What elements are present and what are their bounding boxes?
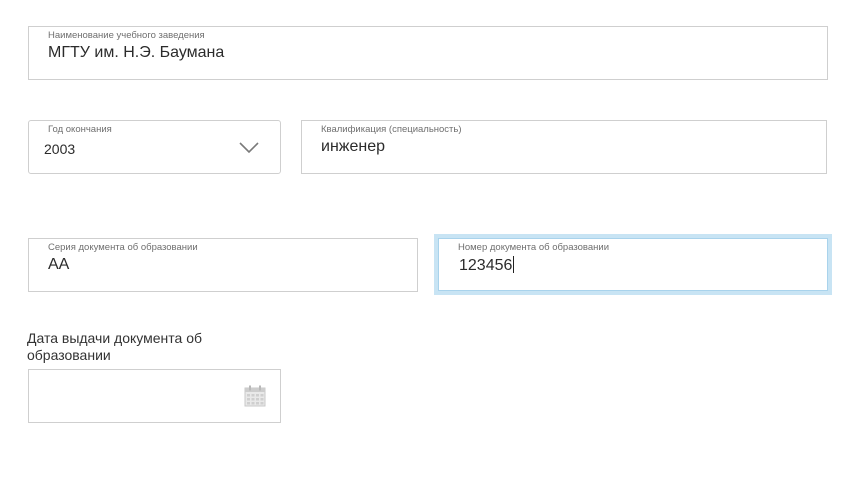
- doc-number-value-wrapper: 123456: [459, 256, 515, 275]
- chevron-down-icon[interactable]: [238, 141, 260, 155]
- graduation-year-value: 2003: [44, 141, 76, 157]
- doc-number-input[interactable]: 123456: [459, 257, 512, 274]
- text-caret: [513, 256, 515, 273]
- qualification-field[interactable]: Квалификация (специальность) инженер: [301, 120, 827, 174]
- issue-date-label: Дата выдачи документа об образовании: [27, 330, 202, 364]
- issue-date-label-line1: Дата выдачи документа об: [27, 330, 202, 346]
- graduation-year-label: Год окончания: [48, 124, 112, 135]
- calendar-icon[interactable]: [244, 385, 266, 407]
- doc-series-label: Серия документа об образовании: [48, 242, 198, 253]
- institution-field[interactable]: Наименование учебного заведения МГТУ им.…: [28, 26, 828, 80]
- issue-date-label-line2: образовании: [27, 347, 111, 363]
- doc-number-label: Номер документа об образовании: [458, 242, 610, 253]
- doc-number-field[interactable]: Номер документа об образовании 123456: [434, 234, 832, 295]
- doc-series-input[interactable]: АА: [48, 256, 69, 274]
- issue-date-input[interactable]: [28, 369, 281, 423]
- institution-label: Наименование учебного заведения: [48, 30, 205, 41]
- doc-series-field[interactable]: Серия документа об образовании АА: [28, 238, 418, 292]
- graduation-year-select[interactable]: Год окончания 2003: [28, 120, 281, 174]
- qualification-label: Квалификация (специальность): [321, 124, 462, 135]
- qualification-input[interactable]: инженер: [321, 138, 385, 156]
- institution-input[interactable]: МГТУ им. Н.Э. Баумана: [48, 44, 224, 62]
